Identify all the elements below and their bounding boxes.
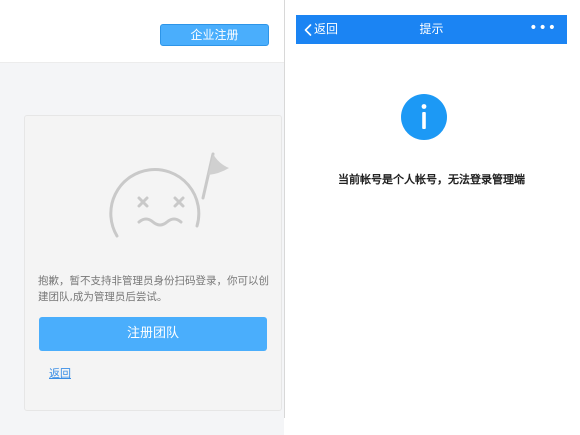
panel-divider (284, 0, 285, 418)
error-card: 抱歉，暂不支持非管理员身份扫码登录，你可以创建团队,成为管理员后尝试。 注册团队… (24, 115, 282, 411)
notice-message: 当前帐号是个人帐号，无法登录管理端 (338, 173, 525, 186)
register-team-button[interactable]: 注册团队 (39, 317, 267, 351)
enterprise-register-button[interactable]: 企业注册 (160, 24, 269, 46)
left-header: 企业注册 (0, 0, 284, 63)
sad-face-flag-icon (109, 152, 229, 238)
info-icon (401, 94, 447, 140)
right-panel: 返回 提示 ••• 当前帐号是个人帐号，无法登录管理端 (296, 15, 567, 435)
back-link[interactable]: 返回 (49, 365, 71, 381)
nav-bar: 返回 提示 ••• (296, 15, 567, 44)
nav-title: 提示 (419, 22, 444, 36)
more-icon[interactable]: ••• (529, 15, 557, 44)
left-panel: 企业注册 抱歉，暂不支持非管理员身份扫码登录，你可以创建团队,成为管理员后尝试。… (0, 0, 284, 435)
screen: 企业注册 抱歉，暂不支持非管理员身份扫码登录，你可以创建团队,成为管理员后尝试。… (0, 0, 580, 435)
error-message: 抱歉，暂不支持非管理员身份扫码登录，你可以创建团队,成为管理员后尝试。 (38, 275, 269, 303)
